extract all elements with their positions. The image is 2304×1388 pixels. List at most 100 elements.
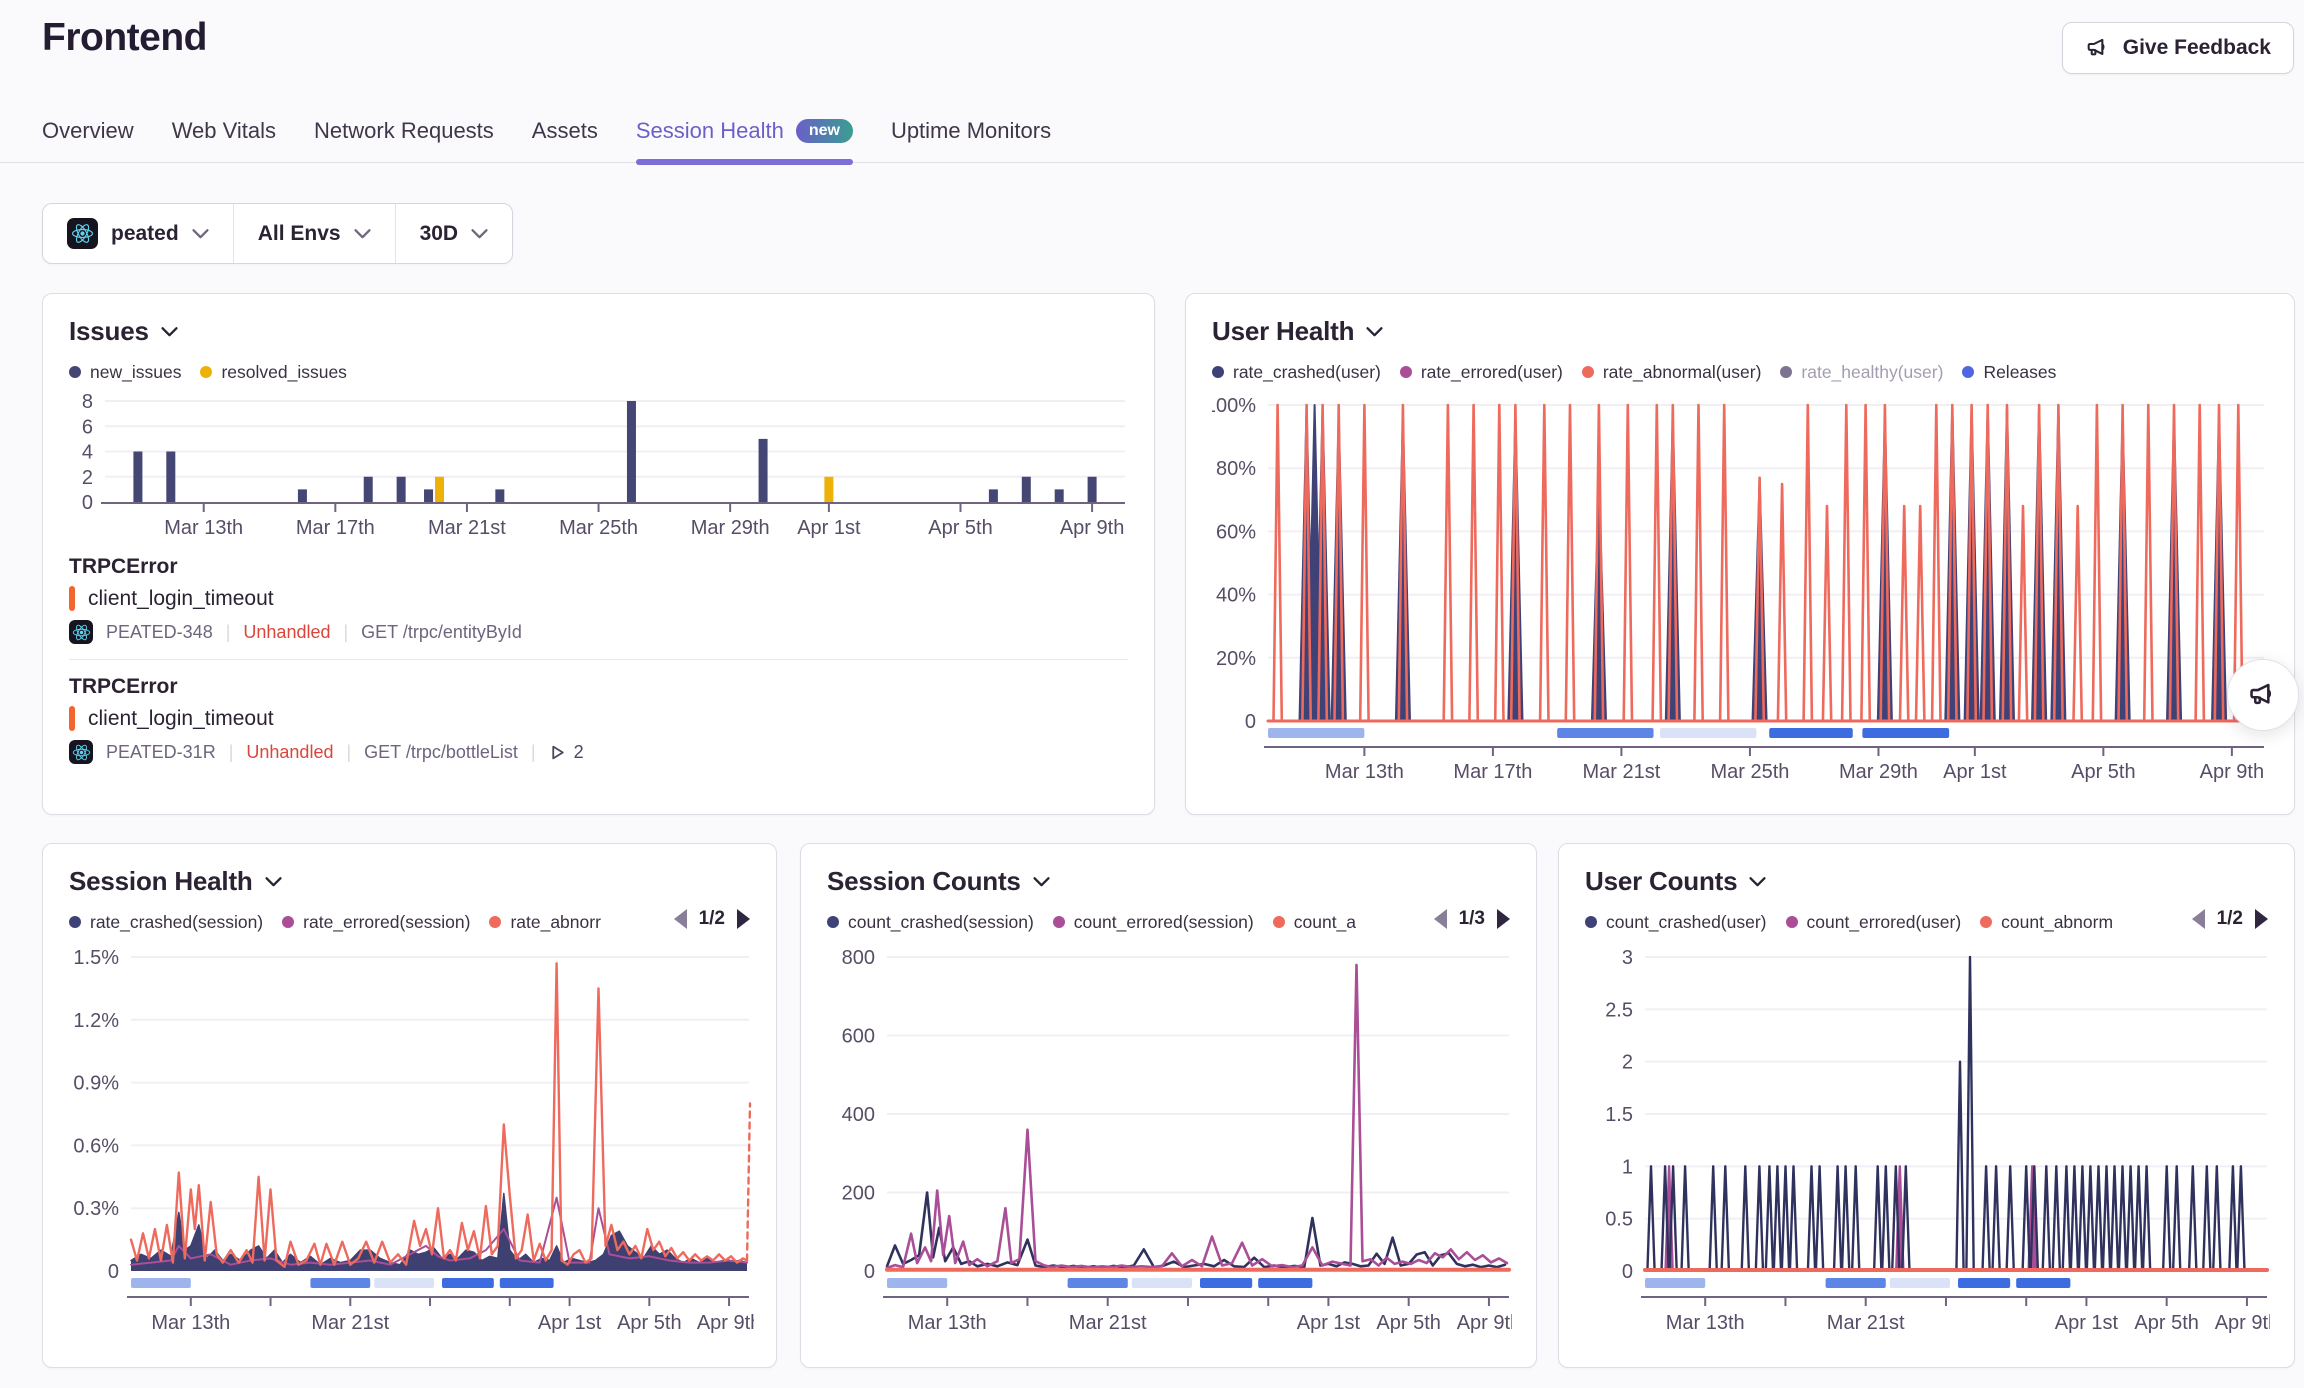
session-counts-panel: Session Counts count_crashed(session) cou… xyxy=(800,843,1537,1368)
legend-item[interactable]: count_errored(session) xyxy=(1053,912,1254,933)
svg-text:0.9%: 0.9% xyxy=(73,1073,119,1095)
tab-assets[interactable]: Assets xyxy=(532,118,598,162)
svg-text:0.3%: 0.3% xyxy=(73,1198,119,1220)
project-selector[interactable]: peated xyxy=(43,204,233,263)
legend-item[interactable]: rate_crashed(user) xyxy=(1212,362,1381,383)
tab-overview[interactable]: Overview xyxy=(42,118,134,162)
legend-prev-button[interactable] xyxy=(2192,909,2205,929)
legend-prev-button[interactable] xyxy=(674,909,687,929)
tab-uptime-monitors[interactable]: Uptime Monitors xyxy=(891,118,1051,162)
environment-selector[interactable]: All Envs xyxy=(233,204,395,263)
legend-item[interactable]: rate_abnorr xyxy=(489,912,600,933)
svg-text:Mar 13th: Mar 13th xyxy=(151,1312,230,1334)
tab-label: Assets xyxy=(532,118,598,144)
legend-item[interactable]: resolved_issues xyxy=(200,362,346,383)
legend-dot xyxy=(1780,366,1792,378)
legend-dot xyxy=(1053,916,1065,928)
svg-text:0: 0 xyxy=(1245,711,1256,733)
session-counts-panel-header[interactable]: Session Counts xyxy=(827,866,1510,897)
svg-text:1.2%: 1.2% xyxy=(73,1010,119,1032)
issue-title[interactable]: TRPCError xyxy=(69,555,1128,579)
svg-text:Mar 29th: Mar 29th xyxy=(1839,761,1918,783)
chevron-down-icon xyxy=(1366,327,1383,337)
legend-next-button[interactable] xyxy=(737,909,750,929)
legend-prev-button[interactable] xyxy=(1434,909,1447,929)
legend-item[interactable]: new_issues xyxy=(69,362,181,383)
legend-item[interactable]: rate_crashed(session) xyxy=(69,912,263,933)
issue-culprit-label: client_login_timeout xyxy=(88,707,274,731)
tab-label: Network Requests xyxy=(314,118,494,144)
legend-next-button[interactable] xyxy=(2255,909,2268,929)
issue-level-bar xyxy=(69,706,75,731)
legend-item[interactable]: count_errored(user) xyxy=(1786,912,1962,933)
date-range-selector[interactable]: 30D xyxy=(395,204,513,263)
svg-text:Mar 25th: Mar 25th xyxy=(559,517,638,539)
legend-dot xyxy=(1962,366,1974,378)
legend-item[interactable]: count_crashed(session) xyxy=(827,912,1034,933)
user-health-panel-header[interactable]: User Health xyxy=(1212,316,2268,347)
svg-text:8: 8 xyxy=(82,391,93,413)
session-health-panel-header[interactable]: Session Health xyxy=(69,866,750,897)
svg-text:0: 0 xyxy=(1622,1261,1633,1283)
user-counts-chart[interactable]: 32.521.510.50Mar 13thMar 21stApr 1stApr … xyxy=(1585,941,2270,1341)
issue-unhandled-tag: Unhandled xyxy=(243,622,330,643)
svg-text:Apr 5th: Apr 5th xyxy=(1376,1312,1440,1334)
svg-text:4: 4 xyxy=(82,442,93,464)
issue-replay-count[interactable]: 2 xyxy=(549,742,584,763)
legend-pagination: 1/2 xyxy=(674,908,750,930)
give-feedback-button[interactable]: Give Feedback xyxy=(2062,22,2294,74)
svg-text:Mar 13th: Mar 13th xyxy=(908,1312,987,1334)
issues-chart[interactable]: 86420Mar 13thMar 17thMar 21stMar 25thMar… xyxy=(69,391,1130,541)
floating-feedback-button[interactable] xyxy=(2227,659,2299,731)
user-health-chart[interactable]: 100%80%60%40%20%0Mar 13thMar 17thMar 21s… xyxy=(1212,391,2270,785)
svg-text:80%: 80% xyxy=(1216,458,1256,480)
svg-text:40%: 40% xyxy=(1216,585,1256,607)
svg-text:Apr 5th: Apr 5th xyxy=(2134,1312,2198,1334)
svg-text:0: 0 xyxy=(82,492,93,514)
session-counts-chart[interactable]: 8006004002000Mar 13thMar 21stApr 1stApr … xyxy=(827,941,1512,1341)
svg-text:Mar 21st: Mar 21st xyxy=(1069,1312,1147,1334)
issues-panel-header[interactable]: Issues xyxy=(69,316,1128,347)
play-icon xyxy=(549,744,566,761)
tab-network-requests[interactable]: Network Requests xyxy=(314,118,494,162)
issue-culprit-label: client_login_timeout xyxy=(88,587,274,611)
legend-page-indicator: 1/3 xyxy=(1459,908,1485,930)
session-health-chart[interactable]: 1.5%1.2%0.9%0.6%0.3%0Mar 13thMar 21stApr… xyxy=(69,941,754,1341)
chevron-down-icon xyxy=(1033,877,1050,887)
date-range-selector-label: 30D xyxy=(420,222,459,246)
legend-pagination: 1/3 xyxy=(1434,908,1510,930)
legend-next-button[interactable] xyxy=(1497,909,1510,929)
panel-title: Issues xyxy=(69,316,149,347)
svg-text:2.5: 2.5 xyxy=(1605,999,1633,1021)
legend-item[interactable]: count_crashed(user) xyxy=(1585,912,1767,933)
svg-text:0: 0 xyxy=(864,1261,875,1283)
legend-item[interactable]: count_a xyxy=(1273,912,1356,933)
svg-text:Apr 1st: Apr 1st xyxy=(1943,761,2007,783)
legend-item[interactable]: rate_errored(session) xyxy=(282,912,470,933)
legend-item[interactable]: Releases xyxy=(1962,362,2056,383)
legend-dot xyxy=(1400,366,1412,378)
user-counts-legend: count_crashed(user) count_errored(user) co… xyxy=(1585,908,2268,936)
svg-text:Mar 21st: Mar 21st xyxy=(1583,761,1661,783)
svg-text:Mar 29th: Mar 29th xyxy=(691,517,770,539)
issue-row[interactable]: TRPCErrorclient_login_timeoutPEATED-31R|… xyxy=(69,673,1128,766)
legend-dot xyxy=(1585,916,1597,928)
legend-label: rate_errored(user) xyxy=(1421,362,1563,383)
chevron-down-icon xyxy=(1749,877,1766,887)
legend-label: rate_crashed(user) xyxy=(1233,362,1381,383)
tab-web-vitals[interactable]: Web Vitals xyxy=(172,118,276,162)
svg-text:Mar 13th: Mar 13th xyxy=(1325,761,1404,783)
legend-item[interactable]: rate_errored(user) xyxy=(1400,362,1563,383)
user-counts-panel-header[interactable]: User Counts xyxy=(1585,866,2268,897)
issue-row[interactable]: TRPCErrorclient_login_timeoutPEATED-348|… xyxy=(69,553,1128,646)
chevron-down-icon xyxy=(471,229,488,239)
svg-text:Apr 1st: Apr 1st xyxy=(2055,1312,2119,1334)
legend-item[interactable]: rate_abnormal(user) xyxy=(1582,362,1762,383)
tab-session-health[interactable]: Session Healthnew xyxy=(636,118,853,162)
project-selector-label: peated xyxy=(111,222,179,246)
svg-text:Mar 13th: Mar 13th xyxy=(164,517,243,539)
issue-title[interactable]: TRPCError xyxy=(69,675,1128,699)
tab-label: Session Health xyxy=(636,118,784,144)
legend-item[interactable]: rate_healthy(user) xyxy=(1780,362,1943,383)
legend-item[interactable]: count_abnorm xyxy=(1980,912,2113,933)
